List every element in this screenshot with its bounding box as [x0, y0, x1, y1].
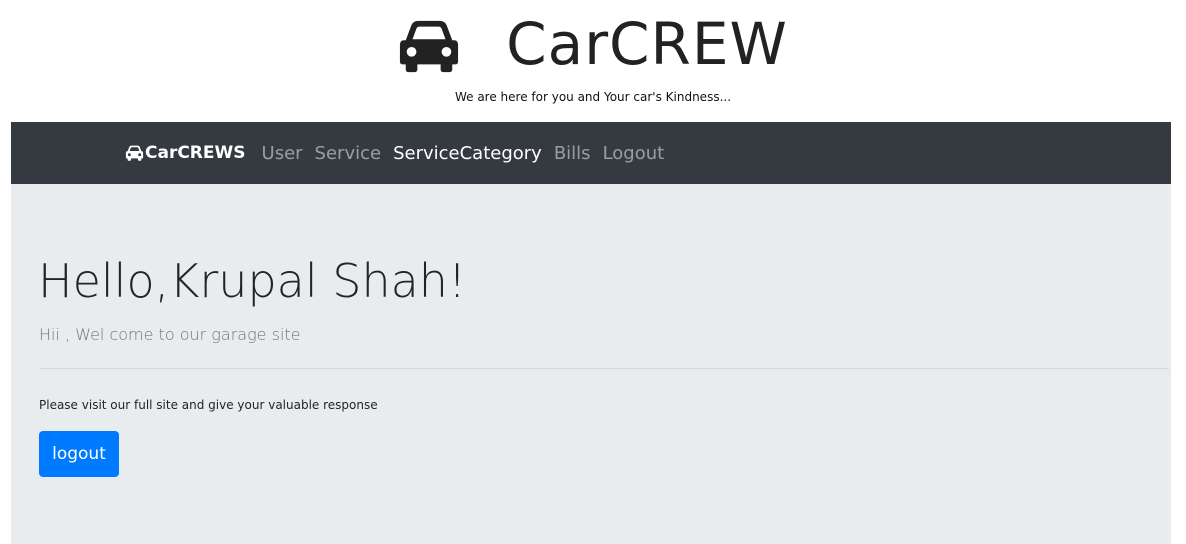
- tagline: We are here for you and Your car's Kindn…: [454, 90, 732, 104]
- nav-link-bills[interactable]: Bills: [554, 143, 591, 164]
- navbar-brand-label: CarCREWS: [145, 143, 246, 163]
- nav-link-service-category[interactable]: ServiceCategory: [393, 143, 542, 164]
- visit-message: Please visit our full site and give your…: [39, 398, 378, 412]
- car-icon: [400, 20, 459, 73]
- car-icon: [125, 145, 144, 161]
- nav-link-user[interactable]: User: [262, 143, 303, 164]
- brand-title: CarCREW: [506, 10, 788, 78]
- navbar: CarCREWS User Service ServiceCategory Bi…: [11, 122, 1171, 184]
- nav-link-service[interactable]: Service: [315, 143, 382, 164]
- greeting-heading: Hello,Krupal Shah!: [38, 254, 467, 308]
- jumbotron: Hello,Krupal Shah! Hii , Wel come to our…: [11, 184, 1171, 544]
- navbar-brand[interactable]: CarCREWS: [125, 143, 246, 163]
- brand-header: CarCREW: [0, 8, 1186, 80]
- page: CarCREW We are here for you and Your car…: [0, 0, 1186, 544]
- divider: [39, 368, 1169, 369]
- nav-link-logout[interactable]: Logout: [603, 143, 665, 164]
- logout-button[interactable]: logout: [39, 431, 119, 477]
- lead-text: Hii , Wel come to our garage site: [39, 325, 301, 344]
